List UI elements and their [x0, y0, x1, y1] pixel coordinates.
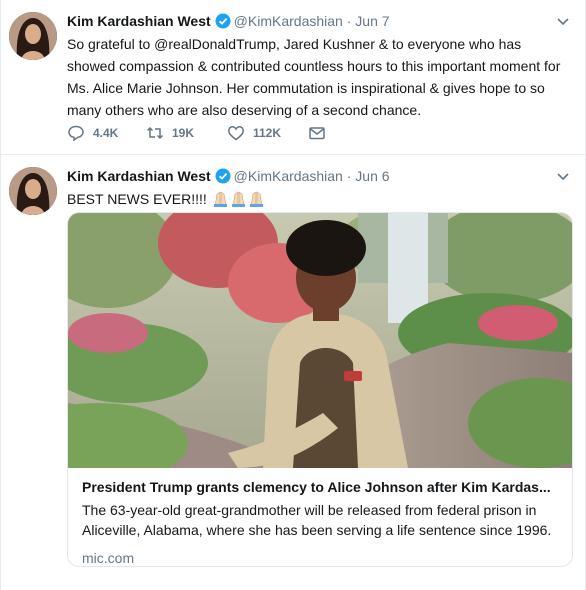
timestamp[interactable]: Jun 7: [355, 13, 389, 29]
tweet-header: Kim Kardashian West @KimKardashian · Jun …: [67, 166, 571, 186]
tweet-header: Kim Kardashian West @KimKardashian · Jun …: [67, 11, 571, 31]
heart-icon: [228, 126, 244, 141]
display-name[interactable]: Kim Kardashian West: [67, 13, 211, 29]
direct-message-icon: [309, 127, 325, 140]
tweet-text-body: BEST NEWS EVER!!!!: [67, 191, 207, 207]
tweet-text: So grateful to @realDonaldTrump, Jared K…: [67, 36, 561, 118]
tweet-text: BEST NEWS EVER!!!!: [67, 188, 571, 213]
link-card[interactable]: President Trump grants clemency to Alice…: [67, 212, 573, 567]
chevron-down-icon[interactable]: [555, 168, 571, 184]
timestamp[interactable]: Jun 6: [355, 168, 389, 184]
tweet-actions: 4.4K 19K 112K: [67, 121, 467, 145]
tweet[interactable]: Kim Kardashian West @KimKardashian · Jun …: [1, 0, 585, 155]
display-name[interactable]: Kim Kardashian West: [67, 168, 211, 184]
card-description: The 63-year-old great-grandmother will b…: [82, 502, 552, 538]
chevron-down-icon[interactable]: [555, 13, 571, 29]
avatar[interactable]: [9, 12, 57, 60]
card-domain[interactable]: mic.com: [82, 548, 560, 566]
user-handle[interactable]: @KimKardashian: [234, 168, 343, 184]
retweet-button[interactable]: 19K: [146, 121, 194, 145]
verified-badge-icon: [215, 13, 231, 34]
separator: ·: [346, 168, 352, 184]
like-button[interactable]: 112K: [227, 121, 281, 145]
separator: ·: [346, 13, 352, 29]
praying-hands-emoji-icon: [211, 191, 265, 213]
direct-message-button[interactable]: [308, 121, 334, 145]
retweet-count: 19K: [172, 126, 195, 140]
verified-badge-icon: [215, 168, 231, 189]
reply-button[interactable]: 4.4K: [67, 121, 118, 145]
retweet-icon: [146, 126, 164, 140]
like-count: 112K: [253, 126, 282, 140]
timeline: Kim Kardashian West @KimKardashian · Jun …: [0, 0, 586, 590]
reply-count: 4.4K: [93, 126, 119, 140]
card-title[interactable]: President Trump grants clemency to Alice…: [82, 477, 560, 497]
user-handle[interactable]: @KimKardashian: [234, 13, 343, 29]
reply-icon: [68, 125, 84, 142]
avatar[interactable]: [9, 167, 57, 215]
tweet[interactable]: Kim Kardashian West @KimKardashian · Jun …: [1, 155, 585, 590]
card-image[interactable]: [68, 213, 573, 468]
card-body[interactable]: President Trump grants clemency to Alice…: [82, 477, 560, 566]
